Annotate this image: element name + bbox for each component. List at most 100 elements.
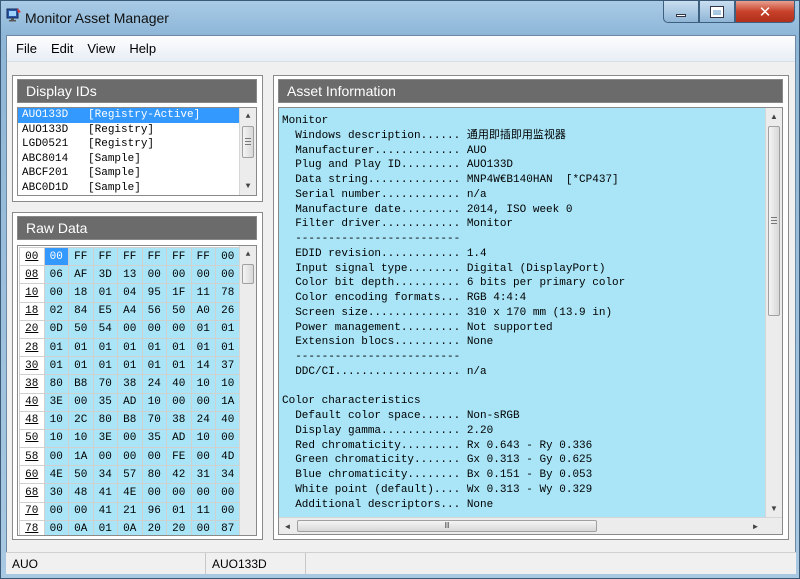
raw-byte-cell[interactable]: 21 [117,501,143,521]
raw-byte-cell[interactable]: 00 [215,501,241,521]
raw-byte-cell[interactable]: FE [166,447,192,467]
raw-byte-cell[interactable]: AF [68,265,94,285]
raw-byte-cell[interactable]: 35 [141,428,167,449]
raw-byte-cell[interactable]: 0D [43,319,69,339]
raw-byte-cell[interactable]: 50 [68,319,94,339]
display-id-row[interactable]: ABC8014 [Sample] [18,152,256,167]
raw-byte-cell[interactable]: 01 [141,337,167,358]
minimize-button[interactable] [663,1,699,23]
raw-byte-cell[interactable]: 30 [43,483,69,503]
display-ids-scrollbar[interactable]: ▲ ▼ [239,108,256,195]
raw-byte-cell[interactable]: 80 [141,465,167,485]
raw-byte-cell[interactable]: 04 [117,283,143,303]
raw-data-grid[interactable]: 00 00 FF FF FF FF FF FF 00 08 06 AF 3D 13 00 00 00 00 10 00… [17,245,257,536]
display-id-row[interactable]: LGD0521 [Registry] [18,137,256,152]
raw-byte-cell[interactable]: FF [68,246,94,267]
raw-byte-cell[interactable]: 0A [117,519,143,535]
raw-byte-cell[interactable]: 00 [117,319,143,339]
raw-byte-cell[interactable]: FF [92,246,118,267]
raw-byte-cell[interactable]: 01 [117,337,143,358]
raw-byte-cell[interactable]: 01 [117,356,143,376]
raw-byte-cell[interactable]: 00 [92,447,118,467]
raw-byte-cell[interactable]: 3D [92,265,118,285]
raw-byte-cell[interactable]: 01 [190,319,216,339]
raw-byte-cell[interactable]: 00 [117,447,143,467]
raw-byte-cell[interactable]: 00 [215,483,241,503]
raw-byte-cell[interactable]: 31 [190,465,216,485]
raw-byte-cell[interactable]: 3E [92,428,118,449]
raw-byte-cell[interactable]: 96 [141,501,167,521]
display-ids-list[interactable]: AUO133D [Registry-Active] AUO133D [Regist… [17,107,257,196]
raw-byte-cell[interactable]: 00 [141,319,167,339]
raw-byte-cell[interactable]: 42 [166,465,192,485]
scroll-thumb[interactable]: Ⅲ [297,520,597,532]
raw-byte-cell[interactable]: 10 [43,428,69,449]
raw-byte-cell[interactable]: 11 [190,501,216,521]
raw-byte-cell[interactable]: B8 [68,374,94,394]
raw-byte-cell[interactable]: 00 [190,519,216,535]
display-id-row[interactable]: ABCF201 [Sample] [18,166,256,181]
display-id-row[interactable]: ABC0D1D [Sample] [18,181,256,195]
raw-byte-cell[interactable]: 78 [215,283,241,303]
raw-byte-cell[interactable]: 01 [215,319,241,339]
raw-byte-cell[interactable]: E5 [92,301,118,321]
raw-data-scrollbar[interactable]: ▲ [239,246,256,535]
raw-byte-cell[interactable]: 4E [117,483,143,503]
raw-byte-cell[interactable]: 37 [215,356,241,376]
raw-byte-cell[interactable]: 00 [166,265,192,285]
raw-byte-cell[interactable]: 01 [68,337,94,358]
scroll-up-icon[interactable]: ▲ [240,108,256,125]
raw-byte-cell[interactable]: 0A [68,519,94,535]
raw-byte-cell[interactable]: B8 [117,410,143,430]
raw-byte-cell[interactable]: 00 [141,483,167,503]
raw-byte-cell[interactable]: 10 [43,410,69,430]
raw-byte-cell[interactable]: 41 [92,501,118,521]
raw-byte-cell[interactable]: 00 [190,265,216,285]
raw-byte-cell[interactable]: FF [141,246,167,267]
raw-byte-cell[interactable]: 40 [215,410,241,430]
raw-byte-cell[interactable]: 01 [190,337,216,358]
close-button[interactable]: ✕ [735,1,795,23]
raw-byte-cell[interactable]: 01 [141,356,167,376]
scroll-down-icon[interactable]: ▼ [766,500,782,517]
raw-byte-cell[interactable]: 01 [166,356,192,376]
raw-byte-cell[interactable]: 1A [68,447,94,467]
raw-byte-cell[interactable]: FF [166,246,192,267]
display-id-row[interactable]: AUO133D [Registry-Active] [18,108,256,123]
raw-byte-cell[interactable]: 20 [141,519,167,535]
scroll-up-icon[interactable]: ▲ [240,246,256,263]
raw-byte-cell[interactable]: 41 [92,483,118,503]
raw-byte-cell[interactable]: 35 [92,392,118,412]
raw-byte-cell[interactable]: 00 [68,392,94,412]
raw-byte-cell[interactable]: 24 [190,410,216,430]
raw-byte-cell[interactable]: 00 [190,447,216,467]
raw-byte-cell[interactable]: 50 [68,465,94,485]
menu-view[interactable]: View [80,41,122,56]
raw-byte-cell[interactable]: AD [117,392,143,412]
raw-byte-cell[interactable]: 57 [117,465,143,485]
raw-byte-cell[interactable]: 01 [92,356,118,376]
raw-byte-cell[interactable]: 18 [68,283,94,303]
raw-byte-cell[interactable]: 54 [92,319,118,339]
raw-byte-cell[interactable]: 38 [117,374,143,394]
raw-byte-cell[interactable]: 3E [43,392,69,412]
raw-byte-cell[interactable]: 01 [92,283,118,303]
raw-byte-cell[interactable]: 70 [92,374,118,394]
raw-byte-cell[interactable]: 06 [43,265,69,285]
raw-byte-cell[interactable]: AD [166,428,192,449]
raw-byte-cell[interactable]: 00 [68,501,94,521]
raw-byte-cell[interactable]: 10 [68,428,94,449]
scroll-thumb[interactable] [242,126,254,158]
raw-byte-cell[interactable]: 00 [141,265,167,285]
asset-info-vscrollbar[interactable]: ▲ ▼ [765,108,782,517]
scroll-right-icon[interactable]: ► [747,518,764,534]
raw-byte-cell[interactable]: 13 [117,265,143,285]
raw-byte-cell[interactable]: 4D [215,447,241,467]
scroll-thumb[interactable] [242,264,254,284]
raw-byte-cell[interactable]: 26 [215,301,241,321]
raw-byte-cell[interactable]: 02 [43,301,69,321]
raw-byte-cell[interactable]: 01 [43,356,69,376]
raw-byte-cell[interactable]: 01 [92,519,118,535]
raw-byte-cell[interactable]: A0 [190,301,216,321]
display-id-row[interactable]: AUO133D [Registry] [18,123,256,138]
